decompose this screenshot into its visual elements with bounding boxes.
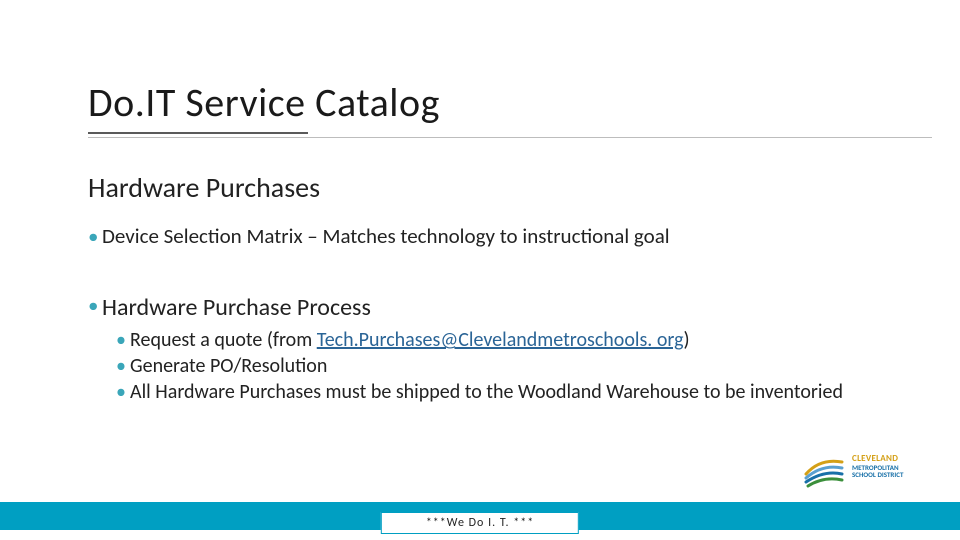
bullet-text-prefix: Request a quote (from (130, 328, 317, 352)
district-logo: CLEVELAND METROPOLITAN SCHOOL DISTRICT (802, 436, 932, 496)
logo-text: CLEVELAND METROPOLITAN SCHOOL DISTRICT (852, 454, 903, 478)
slide: Do.IT Service Catalog Hardware Purchases… (0, 0, 960, 540)
title-underline-dark (88, 132, 308, 134)
slide-title: Do.IT Service Catalog (88, 78, 440, 133)
bullet-text: Generate PO/Resolution (130, 354, 327, 378)
tagline: ***We Do I. T. *** (381, 512, 579, 534)
title-underline-light (88, 137, 932, 138)
bullet-list-level1: Device Selection Matrix – Matches techno… (88, 223, 890, 405)
list-item: Hardware Purchase Process Request a quot… (88, 292, 890, 405)
list-item: All Hardware Purchases must be shipped t… (102, 379, 890, 405)
content-body: Hardware Purchases Device Selection Matr… (88, 170, 890, 411)
bullet-text: Hardware Purchase Process (102, 293, 371, 322)
bullet-text: All Hardware Purchases must be shipped t… (130, 380, 843, 404)
email-link[interactable]: Tech.Purchases@Clevelandmetroschools. or… (317, 328, 684, 352)
logo-line3: SCHOOL DISTRICT (852, 471, 903, 478)
logo-line1: CLEVELAND (852, 454, 903, 463)
swirl-icon (802, 444, 846, 488)
list-item: Request a quote (from Tech.Purchases@Cle… (102, 327, 890, 353)
list-item: Generate PO/Resolution (102, 353, 890, 379)
content-subtitle: Hardware Purchases (88, 170, 890, 205)
bullet-text: Device Selection Matrix – Matches techno… (102, 223, 670, 249)
bullet-text-suffix: ) (684, 328, 690, 352)
title-area: Do.IT Service Catalog (0, 0, 960, 133)
list-item: Device Selection Matrix – Matches techno… (88, 223, 890, 250)
bullet-list-level2: Request a quote (from Tech.Purchases@Cle… (102, 327, 890, 405)
